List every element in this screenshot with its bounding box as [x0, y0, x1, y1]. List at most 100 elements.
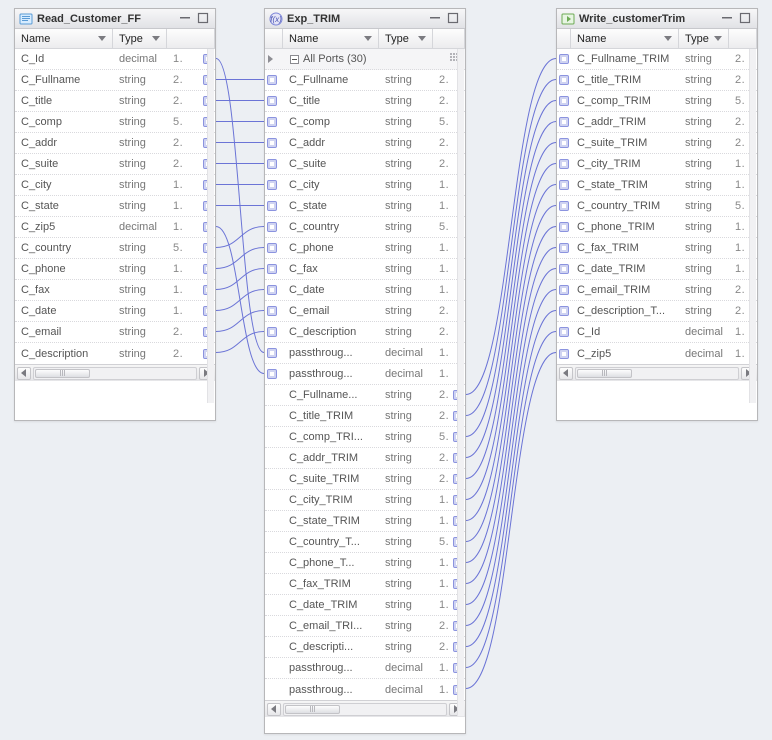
port-row[interactable]: C_descripti...string2 — [265, 637, 465, 658]
input-port-icon[interactable] — [267, 117, 277, 127]
collapse-icon[interactable] — [429, 12, 443, 26]
input-port-icon[interactable] — [559, 201, 569, 211]
port-row[interactable]: C_descriptionstring2 — [15, 343, 215, 364]
port-row[interactable]: C_date_TRIMstring1 — [557, 259, 757, 280]
scroll-thumb[interactable] — [285, 705, 340, 714]
input-port-icon[interactable] — [559, 222, 569, 232]
port-row[interactable]: C_fax_TRIMstring1 — [557, 238, 757, 259]
port-row[interactable]: C_suitestring2 — [265, 154, 465, 175]
port-row[interactable]: C_addrstring2 — [265, 133, 465, 154]
input-port-icon[interactable] — [559, 54, 569, 64]
port-row[interactable]: C_zip5decimal1 — [15, 217, 215, 238]
port-row[interactable]: C_suite_TRIMstring2 — [557, 133, 757, 154]
port-row[interactable]: C_title_TRIMstring2 — [265, 406, 465, 427]
col-header-type[interactable]: Type — [113, 29, 167, 48]
port-row[interactable]: C_country_T...string5 — [265, 532, 465, 553]
input-port-icon[interactable] — [559, 96, 569, 106]
col-header-extra[interactable] — [433, 29, 465, 48]
panel-write-customer-trim[interactable]: Write_customerTrim Name Type C_Fullname_… — [556, 8, 758, 421]
input-port-icon[interactable] — [267, 348, 277, 358]
maximize-icon[interactable] — [197, 12, 211, 26]
column-header-row[interactable]: Name Type — [15, 29, 215, 49]
input-port-icon[interactable] — [559, 306, 569, 316]
col-header-type[interactable]: Type — [679, 29, 729, 48]
col-header-name[interactable]: Name — [15, 29, 113, 48]
port-row[interactable]: C_comp_TRIMstring5 — [557, 91, 757, 112]
input-port-icon[interactable] — [267, 369, 277, 379]
port-row[interactable]: C_addr_TRIMstring2 — [265, 448, 465, 469]
port-row[interactable]: C_state_TRIMstring1 — [265, 511, 465, 532]
port-row[interactable]: C_email_TRIMstring2 — [557, 280, 757, 301]
port-row[interactable]: C_email_TRI...string2 — [265, 616, 465, 637]
collapse-icon[interactable] — [179, 12, 193, 26]
input-port-icon[interactable] — [267, 285, 277, 295]
port-row[interactable]: C_datestring1 — [15, 301, 215, 322]
port-row[interactable]: C_statestring1 — [15, 196, 215, 217]
port-row[interactable]: C_Fullname...string2 — [265, 385, 465, 406]
group-all-ports[interactable]: All Ports (30) — [265, 49, 465, 70]
col-header-name[interactable]: Name — [571, 29, 679, 48]
port-row[interactable]: C_Fullnamestring2 — [15, 70, 215, 91]
vertical-scrollbar[interactable] — [457, 49, 464, 716]
input-port-icon[interactable] — [267, 180, 277, 190]
port-row[interactable]: C_date_TRIMstring1 — [265, 595, 465, 616]
port-row[interactable]: C_compstring5 — [265, 112, 465, 133]
column-header-row[interactable]: Name Type — [557, 29, 757, 49]
scroll-track[interactable] — [575, 367, 739, 380]
horizontal-scrollbar[interactable] — [265, 700, 465, 717]
port-row[interactable]: C_comp_TRI...string5 — [265, 427, 465, 448]
input-port-icon[interactable] — [559, 138, 569, 148]
port-row[interactable]: C_city_TRIMstring1 — [557, 154, 757, 175]
titlebar[interactable]: Write_customerTrim — [557, 9, 757, 29]
port-row[interactable]: C_phone_T...string1 — [265, 553, 465, 574]
port-row[interactable]: C_addrstring2 — [15, 133, 215, 154]
horizontal-scrollbar[interactable] — [557, 364, 757, 381]
port-row[interactable]: C_addr_TRIMstring2 — [557, 112, 757, 133]
vertical-scrollbar[interactable] — [749, 49, 756, 403]
port-row[interactable]: C_phonestring1 — [265, 238, 465, 259]
port-row[interactable]: C_city_TRIMstring1 — [265, 490, 465, 511]
group-collapse-box-icon[interactable] — [290, 55, 299, 64]
maximize-icon[interactable] — [739, 12, 753, 26]
port-row[interactable]: C_compstring5 — [15, 112, 215, 133]
port-row[interactable]: C_suite_TRIMstring2 — [265, 469, 465, 490]
input-port-icon[interactable] — [267, 138, 277, 148]
horizontal-scrollbar[interactable] — [15, 364, 215, 381]
port-row[interactable]: C_countrystring5 — [15, 238, 215, 259]
port-row[interactable]: C_faxstring1 — [15, 280, 215, 301]
port-row[interactable]: passthroug...decimal1 — [265, 364, 465, 385]
col-header-type[interactable]: Type — [379, 29, 433, 48]
input-port-icon[interactable] — [267, 327, 277, 337]
port-row[interactable]: C_suitestring2 — [15, 154, 215, 175]
port-row[interactable]: passthroug...decimal1 — [265, 343, 465, 364]
input-port-icon[interactable] — [267, 96, 277, 106]
scroll-left-button[interactable] — [267, 703, 281, 716]
port-row[interactable]: C_emailstring2 — [15, 322, 215, 343]
scroll-thumb[interactable] — [577, 369, 632, 378]
port-row[interactable]: C_title_TRIMstring2 — [557, 70, 757, 91]
port-row[interactable]: C_country_TRIMstring5 — [557, 196, 757, 217]
port-row[interactable]: C_state_TRIMstring1 — [557, 175, 757, 196]
col-header-port[interactable] — [265, 29, 283, 48]
port-row[interactable]: passthroug...decimal1 — [265, 679, 465, 700]
port-row[interactable]: C_zip5decimal1 — [557, 343, 757, 364]
collapse-icon[interactable] — [721, 12, 735, 26]
expand-triangle-icon[interactable] — [268, 55, 273, 63]
input-port-icon[interactable] — [559, 117, 569, 127]
maximize-icon[interactable] — [447, 12, 461, 26]
port-row[interactable]: C_statestring1 — [265, 196, 465, 217]
scroll-thumb[interactable] — [35, 369, 90, 378]
col-header-name[interactable]: Name — [283, 29, 379, 48]
input-port-icon[interactable] — [267, 201, 277, 211]
column-header-row[interactable]: Name Type — [265, 29, 465, 49]
port-row[interactable]: C_faxstring1 — [265, 259, 465, 280]
port-row[interactable]: C_titlestring2 — [15, 91, 215, 112]
port-row[interactable]: C_citystring1 — [265, 175, 465, 196]
scroll-track[interactable] — [283, 703, 447, 716]
port-row[interactable]: C_phonestring1 — [15, 259, 215, 280]
port-row[interactable]: C_citystring1 — [15, 175, 215, 196]
port-row[interactable]: C_description_T...string2 — [557, 301, 757, 322]
port-row[interactable]: C_fax_TRIMstring1 — [265, 574, 465, 595]
input-port-icon[interactable] — [267, 306, 277, 316]
input-port-icon[interactable] — [267, 75, 277, 85]
